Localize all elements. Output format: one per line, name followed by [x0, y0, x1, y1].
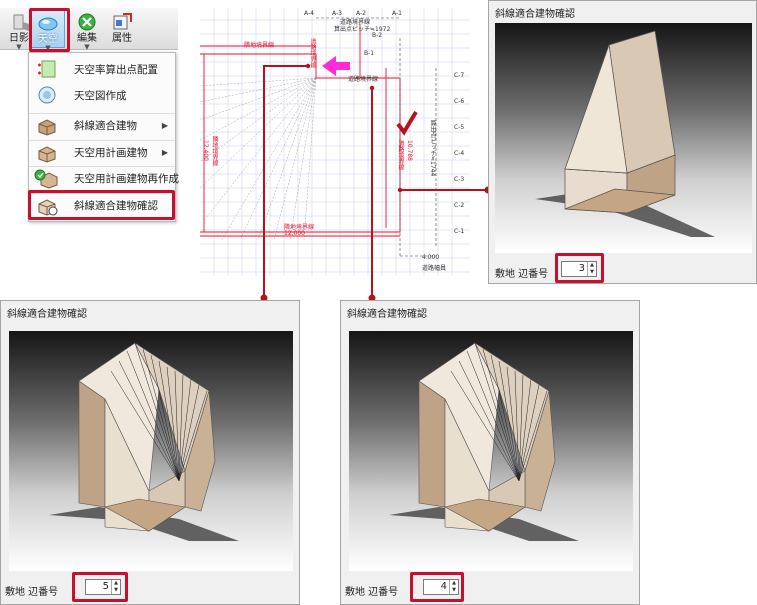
building-3d-viewport[interactable] [349, 331, 633, 571]
building-model-edge-4 [389, 342, 579, 541]
edge-5-spinner-highlight [72, 572, 128, 602]
edge-number-label: 敷地 辺番号 [495, 269, 549, 280]
dialog-title: 斜線適合建物確認 [7, 309, 87, 320]
building-model-edge-5 [49, 342, 239, 541]
slope-building-check-dialog-edge-5: 斜線適合建物確認 敷地 辺番号 5 ▲ ▼ [0, 300, 300, 605]
building-model-edge-3 [535, 30, 715, 237]
dialog-title: 斜線適合建物確認 [495, 9, 575, 20]
slope-building-check-dialog-edge-3: 斜線適合建物確認 敷地 辺番号 3 ▲ ▼ [488, 0, 757, 284]
dialog-title: 斜線適合建物確認 [347, 309, 427, 320]
edge-number-label: 敷地 辺番号 [345, 587, 399, 598]
edge-3-spinner-highlight [555, 253, 604, 283]
building-3d-viewport[interactable] [9, 331, 293, 571]
edge-number-label: 敷地 辺番号 [5, 587, 59, 598]
edge-4-spinner-highlight [410, 572, 464, 602]
building-3d-viewport[interactable] [495, 23, 752, 253]
slope-building-check-dialog-edge-4: 斜線適合建物確認 敷地 辺番号 4 ▲ ▼ [340, 300, 640, 605]
